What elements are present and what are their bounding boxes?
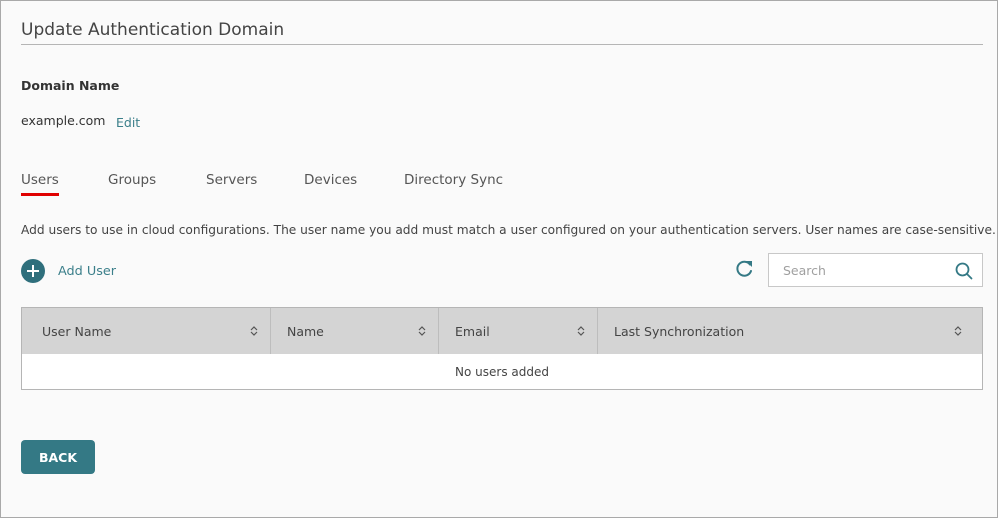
tab-servers[interactable]: Servers (206, 172, 257, 188)
back-button[interactable]: BACK (21, 440, 95, 474)
add-user-button[interactable]: Add User (21, 259, 116, 283)
search-icon[interactable] (955, 262, 973, 280)
search-input[interactable] (769, 254, 949, 286)
column-header-name[interactable]: Name (271, 308, 439, 354)
page-title: Update Authentication Domain (21, 20, 285, 40)
tab-directory-sync[interactable]: Directory Sync (404, 172, 503, 188)
column-label: Last Synchronization (614, 323, 745, 339)
column-label: Email (455, 323, 490, 339)
users-table: User Name Name Email Last Synchronizatio… (21, 307, 983, 390)
refresh-icon[interactable] (733, 258, 755, 280)
column-header-email[interactable]: Email (439, 308, 598, 354)
domain-name-value: example.com (21, 113, 106, 128)
users-description: Add users to use in cloud configurations… (21, 223, 996, 237)
column-header-user-name[interactable]: User Name (22, 308, 271, 354)
sort-icon (954, 326, 962, 336)
sort-icon (250, 326, 258, 336)
plus-circle-icon (21, 259, 45, 283)
empty-table-message: No users added (455, 364, 549, 379)
search-box (768, 253, 983, 287)
domain-name-label: Domain Name (21, 78, 120, 93)
tab-users[interactable]: Users (21, 172, 59, 196)
column-label: Name (287, 323, 324, 339)
column-label: User Name (42, 323, 112, 339)
tab-groups[interactable]: Groups (108, 172, 156, 188)
tab-devices[interactable]: Devices (304, 172, 357, 188)
add-user-label: Add User (58, 263, 117, 279)
table-header: User Name Name Email Last Synchronizatio… (22, 308, 982, 354)
sort-icon (418, 326, 426, 336)
column-header-last-synchronization[interactable]: Last Synchronization (598, 308, 982, 354)
sort-icon (577, 326, 585, 336)
edit-domain-link[interactable]: Edit (116, 115, 140, 130)
page-container: Update Authentication Domain Domain Name… (0, 0, 998, 518)
title-divider (21, 44, 983, 45)
